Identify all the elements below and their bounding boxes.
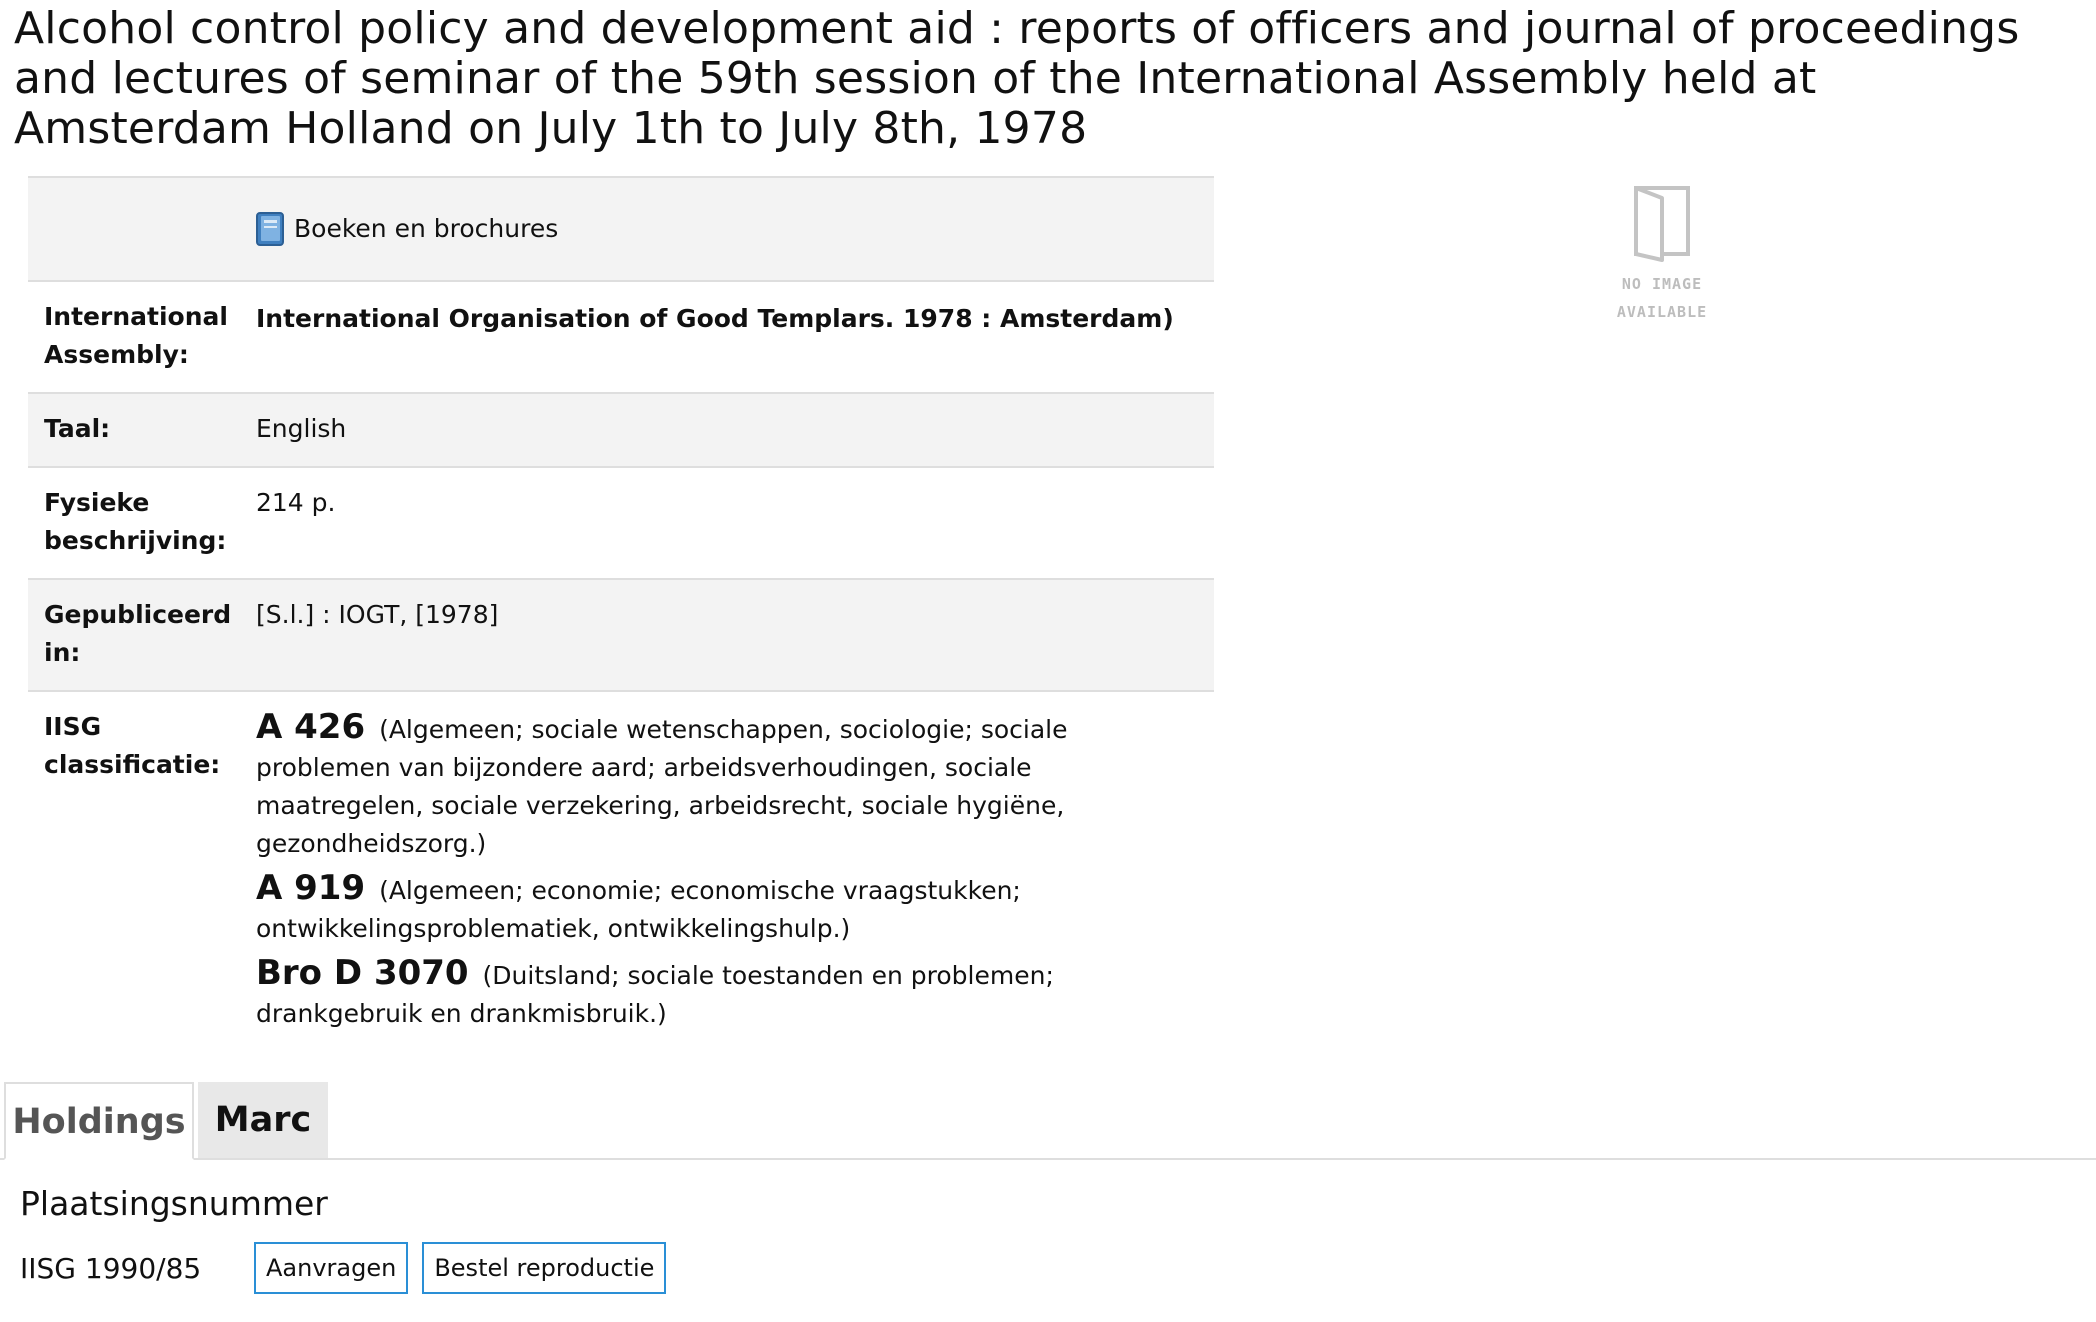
request-button[interactable]: Aanvragen (254, 1242, 409, 1294)
classification-entry: A 426 (Algemeen; sociale wetenschappen, … (256, 708, 1194, 863)
published-label: Gepubliceerd in: (28, 578, 256, 691)
tab-marc[interactable]: Marc (198, 1082, 328, 1158)
page-title: Alcohol control policy and development a… (14, 3, 2020, 154)
format-label-cell (28, 176, 256, 281)
format-cell: Boeken en brochures (256, 176, 1214, 281)
published-row: Gepubliceerd in: [S.l.] : IOGT, [1978] (28, 578, 1214, 691)
classification-code[interactable]: A 426 (256, 707, 365, 747)
classification-entry: A 919 (Algemeen; economie; economische v… (256, 869, 1194, 948)
tab-holdings[interactable]: Holdings (4, 1082, 194, 1160)
classification-code[interactable]: A 919 (256, 868, 365, 908)
physical-row: Fysieke beschrijving: 214 p. (28, 466, 1214, 579)
assembly-value[interactable]: International Organisation of Good Templ… (256, 280, 1214, 393)
classification-label: IISG classificatie: (28, 690, 256, 1045)
language-label: Taal: (28, 392, 256, 467)
assembly-row: International Assembly: International Or… (28, 280, 1214, 393)
book-icon (256, 212, 284, 246)
order-reproduction-button[interactable]: Bestel reproductie (422, 1242, 667, 1294)
published-value: [S.l.] : IOGT, [1978] (256, 578, 1214, 691)
classification-entry: Bro D 3070 (Duitsland; sociale toestande… (256, 954, 1194, 1033)
physical-value: 214 p. (256, 466, 1214, 579)
no-image-icon (1634, 186, 1690, 262)
classification-description: (Algemeen; sociale wetenschappen, sociol… (256, 715, 1068, 858)
classification-description: (Algemeen; economie; economische vraagst… (256, 876, 1021, 943)
holdings-heading: Plaatsingsnummer (20, 1184, 328, 1223)
classification-row: IISG classificatie: A 426 (Algemeen; soc… (28, 690, 1214, 1045)
no-image-text-1: NO IMAGE (1621, 275, 1703, 293)
record-tabs: Holdings Marc (0, 1082, 2096, 1160)
no-image-text-2: AVAILABLE (1616, 303, 1708, 321)
holding-row: IISG 1990/85 Aanvragen Bestel reproducti… (20, 1242, 680, 1294)
physical-label: Fysieke beschrijving: (28, 466, 256, 579)
language-row: Taal: English (28, 392, 1214, 467)
call-number: IISG 1990/85 (20, 1251, 202, 1285)
classification-value: A 426 (Algemeen; sociale wetenschappen, … (256, 690, 1214, 1045)
format-label: Boeken en brochures (294, 214, 559, 243)
format-row: Boeken en brochures (28, 176, 1214, 281)
no-image-placeholder: NO IMAGE AVAILABLE (1596, 184, 1728, 326)
language-value: English (256, 392, 1214, 467)
classification-code[interactable]: Bro D 3070 (256, 953, 469, 993)
record-details-table: Boeken en brochures International Assemb… (28, 176, 1214, 1045)
assembly-label: International Assembly: (28, 280, 256, 393)
